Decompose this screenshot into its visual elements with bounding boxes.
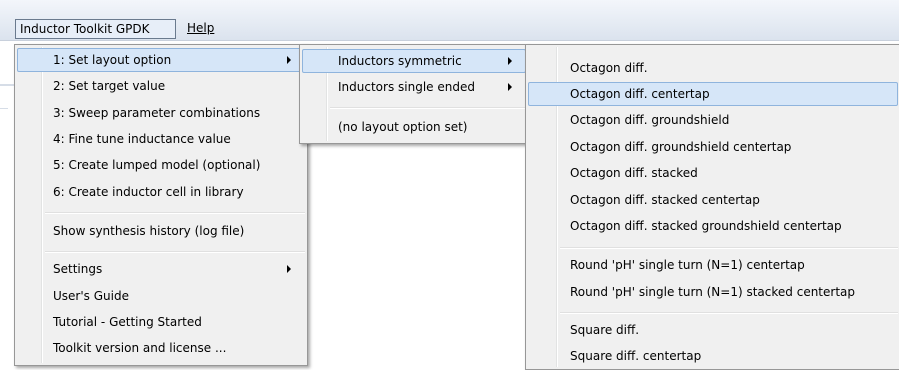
menu-separator xyxy=(560,312,898,314)
menu-item-label: Octagon diff. stacked groundshield cente… xyxy=(570,219,842,233)
menu-item-label: Round 'pH' single turn (N=1) centertap xyxy=(570,258,805,272)
menu-item-octagon-diff-stacked[interactable]: Octagon diff. stacked xyxy=(528,161,898,185)
menu-item-tutorial[interactable]: Tutorial - Getting Started xyxy=(17,310,305,334)
menu-item-label: Inductors symmetric xyxy=(338,54,462,68)
menu-item-label: Show synthesis history (log file) xyxy=(53,224,245,238)
menu-item-label: 4: Fine tune inductance value xyxy=(53,132,231,146)
menu-item-label: 5: Create lumped model (optional) xyxy=(53,158,261,172)
background-divider xyxy=(0,84,14,86)
background-divider xyxy=(0,108,8,109)
menu-item-label: 1: Set layout option xyxy=(53,53,172,67)
menu-item-sweep-parameters[interactable]: 3: Sweep parameter combinations xyxy=(17,101,305,125)
menu-item-users-guide[interactable]: User's Guide xyxy=(17,284,305,308)
menu-item-label: 3: Sweep parameter combinations xyxy=(53,106,261,120)
menu-item-label: Round 'pH' single turn (N=1) stacked cen… xyxy=(570,285,855,299)
menu-item-create-lumped-model[interactable]: 5: Create lumped model (optional) xyxy=(17,153,305,177)
menu-item-set-target-value[interactable]: 2: Set target value xyxy=(17,74,305,98)
menu-separator xyxy=(45,212,305,214)
submenu-arrow-icon xyxy=(508,83,512,91)
menu-item-label: Octagon diff. xyxy=(570,61,648,75)
menu-item-label: Tutorial - Getting Started xyxy=(53,315,202,329)
menu-item-round-ph-centertap[interactable]: Round 'pH' single turn (N=1) centertap xyxy=(528,253,898,277)
menu-item-no-layout-option[interactable]: (no layout option set) xyxy=(302,115,526,139)
inductor-toolkit-menu: 1: Set layout option 2: Set target value… xyxy=(14,44,308,366)
menu-item-octagon-diff-stacked-centertap[interactable]: Octagon diff. stacked centertap xyxy=(528,188,898,212)
menu-item-label: Octagon diff. groundshield centertap xyxy=(570,140,792,154)
submenu-arrow-icon xyxy=(508,57,512,65)
menu-item-set-layout-option[interactable]: 1: Set layout option xyxy=(17,48,305,72)
menu-separator xyxy=(45,251,305,253)
menu-item-label: Square diff. centertap xyxy=(570,349,702,363)
menu-separator xyxy=(560,247,898,249)
menu-item-label: Octagon diff. stacked centertap xyxy=(570,193,760,207)
menu-item-label: Square diff. xyxy=(570,323,640,337)
menu-item-label: Inductors single ended xyxy=(338,80,475,94)
menu-item-octagon-diff[interactable]: Octagon diff. xyxy=(528,56,898,80)
menu-item-octagon-diff-groundshield-centertap[interactable]: Octagon diff. groundshield centertap xyxy=(528,135,898,159)
menu-item-version-license[interactable]: Toolkit version and license ... xyxy=(17,336,305,360)
submenu-arrow-icon xyxy=(287,265,291,273)
menu-item-octagon-diff-groundshield[interactable]: Octagon diff. groundshield xyxy=(528,108,898,132)
menu-help[interactable]: Help xyxy=(183,19,217,39)
menu-item-label: Settings xyxy=(53,262,103,276)
menu-item-square-diff[interactable]: Square diff. xyxy=(528,318,898,342)
menu-help-label: Help xyxy=(187,21,215,35)
menu-item-label: Toolkit version and license ... xyxy=(53,341,227,355)
menu-item-inductors-symmetric[interactable]: Inductors symmetric xyxy=(302,49,526,73)
menu-item-square-diff-centertap[interactable]: Square diff. centertap xyxy=(528,344,898,368)
menu-item-round-ph-stacked-centertap[interactable]: Round 'pH' single turn (N=1) stacked cen… xyxy=(528,280,898,304)
menu-item-octagon-diff-stacked-groundshield-centertap[interactable]: Octagon diff. stacked groundshield cente… xyxy=(528,214,898,238)
inductors-symmetric-submenu: Octagon diff. Octagon diff. centertap Oc… xyxy=(525,44,899,370)
menu-item-label: Octagon diff. stacked xyxy=(570,166,698,180)
menu-inductor-toolkit[interactable]: Inductor Toolkit GPDK xyxy=(15,19,176,39)
menu-item-label: User's Guide xyxy=(53,289,129,303)
menu-item-label: Octagon diff. groundshield xyxy=(570,113,730,127)
menu-inductor-toolkit-label: Inductor Toolkit GPDK xyxy=(20,22,150,36)
menu-item-inductors-single-ended[interactable]: Inductors single ended xyxy=(302,75,526,99)
menu-item-label: 6: Create inductor cell in library xyxy=(53,185,244,199)
menu-item-octagon-diff-centertap[interactable]: Octagon diff. centertap xyxy=(528,82,898,106)
layout-option-submenu: Inductors symmetric Inductors single end… xyxy=(299,44,529,144)
menu-item-create-inductor-cell[interactable]: 6: Create inductor cell in library xyxy=(17,180,305,204)
menu-item-synthesis-history[interactable]: Show synthesis history (log file) xyxy=(17,219,305,243)
menu-item-fine-tune[interactable]: 4: Fine tune inductance value xyxy=(17,127,305,151)
menu-bar: Inductor Toolkit GPDK Help xyxy=(0,0,899,41)
menu-item-settings[interactable]: Settings xyxy=(17,257,305,281)
menu-separator xyxy=(330,107,526,109)
submenu-arrow-icon xyxy=(287,56,291,64)
menu-item-label: (no layout option set) xyxy=(338,120,468,134)
menu-item-label: Octagon diff. centertap xyxy=(570,87,710,101)
menu-item-label: 2: Set target value xyxy=(53,79,166,93)
